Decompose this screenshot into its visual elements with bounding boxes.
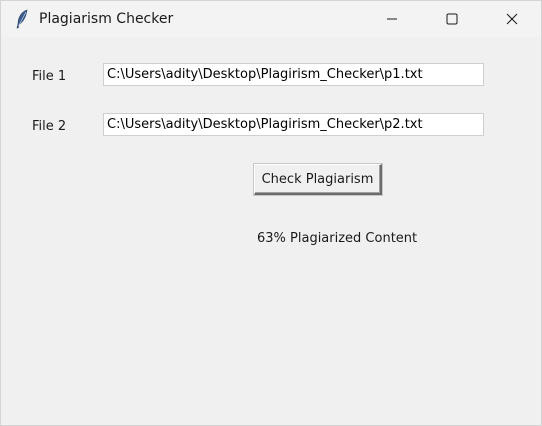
feather-icon (15, 9, 29, 29)
close-icon (506, 10, 518, 29)
maximize-icon (446, 10, 458, 29)
file2-label: File 2 (32, 119, 67, 134)
check-plagiarism-button[interactable]: Check Plagiarism (254, 164, 382, 195)
file2-path-input[interactable] (103, 113, 484, 136)
file1-label: File 1 (32, 69, 67, 84)
file1-path-input[interactable] (103, 63, 484, 86)
title-bar[interactable]: Plagiarism Checker (1, 1, 541, 37)
app-window: Plagiarism Checker File 1 File 2 Check P… (0, 0, 542, 426)
maximize-button[interactable] (429, 1, 475, 37)
window-title: Plagiarism Checker (39, 11, 174, 27)
close-button[interactable] (489, 1, 535, 37)
minimize-icon (386, 10, 398, 29)
result-label: 63% Plagiarized Content (257, 231, 418, 246)
minimize-button[interactable] (369, 1, 415, 37)
